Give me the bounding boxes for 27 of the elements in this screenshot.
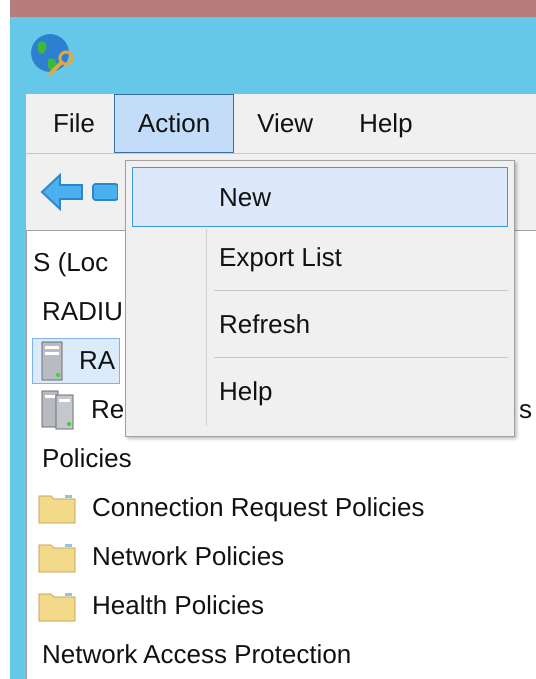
menu-option[interactable]: Refresh xyxy=(132,294,508,354)
menu-option[interactable]: Export List xyxy=(132,227,508,287)
tree-label: s xyxy=(519,393,533,426)
tree-item[interactable]: Network Policies xyxy=(29,534,290,580)
back-arrow-icon[interactable] xyxy=(40,173,84,211)
tree-item[interactable]: Health Policies xyxy=(29,582,269,628)
menu-item[interactable]: Action xyxy=(114,94,234,153)
tree-label[interactable]: S (Loc xyxy=(33,243,108,282)
tree-item[interactable]: Re xyxy=(32,386,130,432)
tree-label: Health Policies xyxy=(92,589,264,622)
server-icon xyxy=(41,340,63,380)
tree-label: Connection Request Policies xyxy=(92,491,424,524)
globe-key-icon xyxy=(30,32,76,78)
menu-option[interactable]: New xyxy=(132,167,508,227)
servers-icon xyxy=(41,390,75,430)
tree-label: RA xyxy=(79,344,116,377)
menu-item[interactable]: Help xyxy=(336,94,436,153)
tree-label[interactable]: Network Access Protection xyxy=(42,635,352,674)
tree-item[interactable]: RA xyxy=(32,338,120,384)
menu-item[interactable]: View xyxy=(234,94,336,153)
tree-label: Re xyxy=(91,393,124,426)
tree-item[interactable]: Connection Request Policies xyxy=(29,484,430,530)
tree-label[interactable]: RADIU xyxy=(42,292,123,331)
menu-option[interactable]: Help xyxy=(132,361,508,421)
tree-label[interactable]: Policies xyxy=(42,439,132,478)
tree-label: Network Policies xyxy=(92,540,284,573)
forward-arrow-icon[interactable] xyxy=(92,181,118,203)
